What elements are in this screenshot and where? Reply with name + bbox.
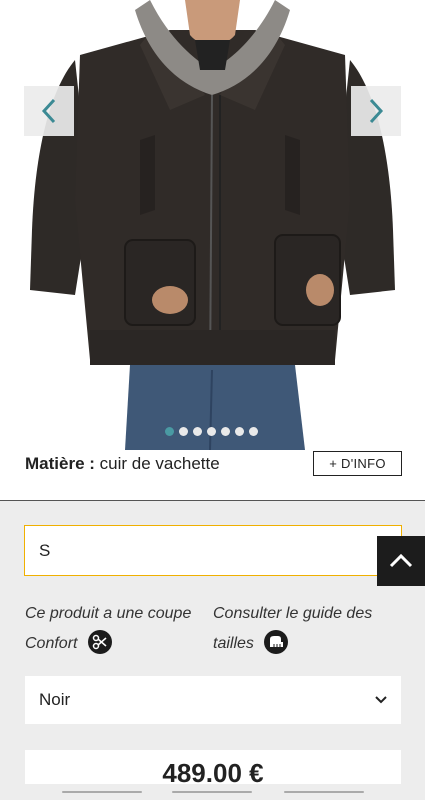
- material-value: cuir de vachette: [99, 454, 220, 473]
- scroll-to-top-button[interactable]: [377, 536, 425, 586]
- chevron-left-icon: [41, 98, 56, 124]
- size-select[interactable]: S: [24, 525, 402, 576]
- more-info-button[interactable]: + D'INFO: [313, 451, 402, 476]
- chevron-down-icon: [375, 696, 387, 704]
- pagination-dot[interactable]: [221, 427, 230, 436]
- bottom-nav-indicator: [284, 791, 364, 793]
- product-gallery[interactable]: [0, 0, 425, 450]
- pagination-dot[interactable]: [179, 427, 188, 436]
- material-label: Matière :: [25, 454, 95, 473]
- size-guide-link[interactable]: Consulter le guide des tailles: [213, 599, 403, 659]
- bottom-nav-indicator: [62, 791, 142, 793]
- product-photo: [30, 0, 395, 450]
- color-select[interactable]: Noir: [25, 676, 401, 724]
- pagination-dot[interactable]: [235, 427, 244, 436]
- gallery-pagination: [165, 427, 258, 436]
- tape-measure-icon[interactable]: [264, 629, 289, 654]
- chevron-right-icon: [369, 98, 384, 124]
- color-select-value: Noir: [39, 690, 71, 709]
- pagination-dot[interactable]: [207, 427, 216, 436]
- gallery-prev-button[interactable]: [24, 86, 74, 136]
- fit-note: Ce produit a une coupe Confort: [25, 599, 205, 659]
- gallery-next-button[interactable]: [351, 86, 401, 136]
- pagination-dot[interactable]: [193, 427, 202, 436]
- scissors-icon: [87, 629, 112, 654]
- product-page: Matière : cuir de vachette + D'INFO S Ce…: [0, 0, 425, 800]
- pagination-dot[interactable]: [249, 427, 258, 436]
- bottom-nav-indicator: [172, 791, 252, 793]
- size-guide-text[interactable]: Consulter le guide des tailles: [213, 605, 372, 652]
- material-info: Matière : cuir de vachette: [25, 452, 220, 476]
- size-select-value: S: [39, 540, 51, 560]
- pagination-dot[interactable]: [165, 427, 174, 436]
- chevron-up-icon: [389, 553, 413, 568]
